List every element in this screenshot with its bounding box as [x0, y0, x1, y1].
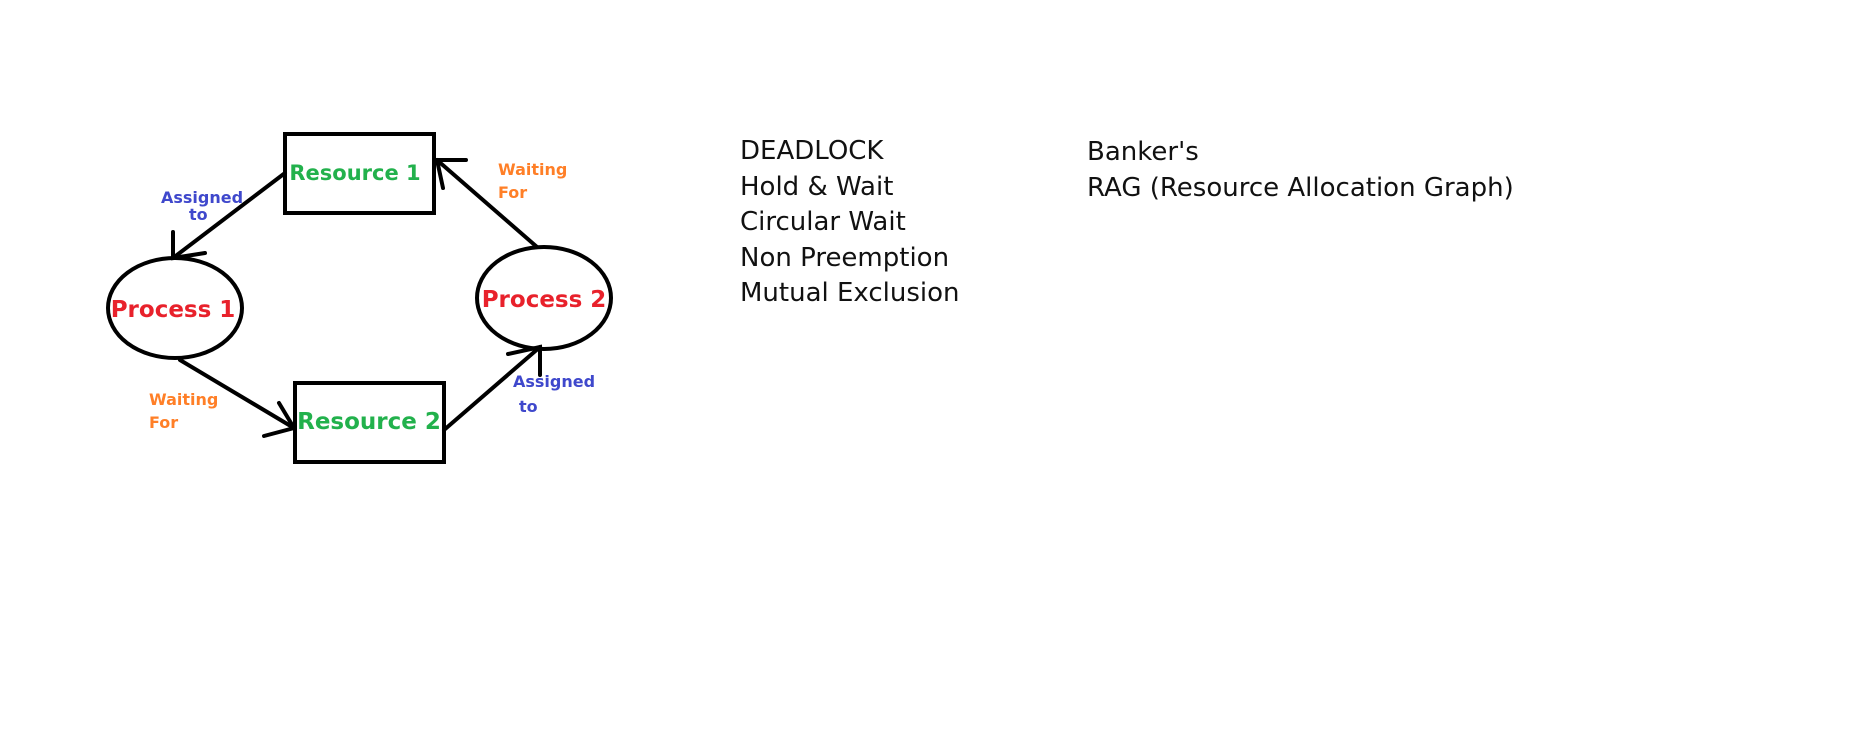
process-1-label: Process 1 [111, 297, 236, 323]
note-line: Hold & Wait [740, 171, 894, 202]
waiting-label-2: Waiting For [498, 160, 573, 202]
note-line: Non Preemption [740, 242, 950, 273]
note-line: DEADLOCK [740, 136, 884, 166]
assigned-label-2: Assigned to [513, 372, 601, 416]
resource-allocation-diagram: Resource 1 Resource 2 Process 1 Process … [106, 132, 613, 464]
avoidance-notes: Banker's RAG (Resource Allocation Graph) [1087, 135, 1514, 206]
note-line: Banker's [1087, 137, 1199, 167]
assigned-label-1: Assigned to [161, 188, 249, 224]
note-line: Circular Wait [740, 207, 906, 237]
process-2-label: Process 2 [482, 287, 607, 313]
waiting-label-1: Waiting For [149, 390, 224, 432]
note-line: Mutual Exclusion [740, 278, 960, 308]
note-line: RAG (Resource Allocation Graph) [1087, 172, 1514, 203]
resource-1-label: Resource 1 [289, 161, 420, 185]
resource-2-label: Resource 2 [297, 409, 441, 435]
deadlock-notes: DEADLOCK Hold & Wait Circular Wait Non P… [740, 134, 960, 312]
